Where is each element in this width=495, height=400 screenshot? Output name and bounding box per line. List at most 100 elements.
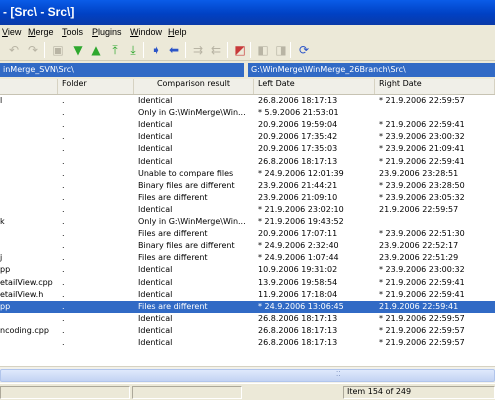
right-path-bar[interactable]: G:\WinMerge\WinMerge_26Branch\Src\ [248, 63, 495, 77]
table-row[interactable]: . Files are different 23.9.2006 21:09:10 * … [0, 192, 495, 204]
cell-filename: j [0, 253, 3, 263]
table-row[interactable]: . Identical 20.9.2006 19:59:04 * 21.9.2006 … [0, 119, 495, 131]
menu-plugins[interactable]: Plugins [92, 27, 122, 37]
cell-right-date: * 21.9.2006 22:59:41 [379, 277, 465, 287]
cell-left-date: * 24.9.2006 2:32:40 [258, 241, 339, 251]
menu-tools[interactable]: Tools [62, 27, 83, 37]
copy-left-icon[interactable]: ⬅ [166, 42, 182, 58]
cell-comparison-result: Binary files are different [138, 180, 235, 190]
table-row[interactable]: l. Identical 26.8.2006 18:17:13 * 21.9.2006… [0, 95, 495, 107]
table-row[interactable]: . Identical 20.9.2006 17:35:03 * 23.9.2006 … [0, 143, 495, 155]
cell-folder: . [62, 192, 65, 202]
cell-comparison-result: Files are different [138, 253, 208, 263]
status-panel-filter [132, 386, 242, 399]
cell-filename: etailView.cpp [0, 277, 53, 287]
table-row[interactable]: ncoding.cpp. Identical 26.8.2006 18:17:13 *… [0, 325, 495, 337]
comparison-list[interactable]: l. Identical 26.8.2006 18:17:13 * 21.9.2006… [0, 95, 495, 366]
next-diff-icon[interactable]: ▼ [70, 42, 86, 58]
table-row[interactable]: . Identical 26.8.2006 18:17:13 * 21.9.2006 … [0, 337, 495, 349]
redo-icon[interactable]: ↷ [25, 42, 41, 58]
cell-comparison-result: Files are different [138, 192, 208, 202]
menu-merge[interactable]: Merge [28, 27, 54, 37]
cell-right-date: * 23.9.2006 23:05:32 [379, 192, 465, 202]
cell-filename: pp [0, 301, 11, 311]
first-diff-icon[interactable]: ⤒ [107, 42, 123, 58]
last-diff-icon[interactable]: ⤓ [125, 42, 141, 58]
toolbar-separator [227, 42, 228, 58]
table-row[interactable]: pp. Identical 10.9.2006 19:31:02 * 23.9.200… [0, 264, 495, 276]
table-row[interactable]: . Binary files are different * 24.9.2006 2… [0, 240, 495, 252]
cell-filename: l [0, 96, 3, 105]
cell-folder: . [62, 156, 65, 166]
cell-right-date: * 23.9.2006 23:00:32 [379, 132, 465, 142]
left-only-icon[interactable]: ◧ [255, 42, 271, 58]
toolbar: ↶ ↷ ▣ ▼ ▲ ⤒ ⤓ ➧ ⬅ ⇉ ⇇ ◩ ◧ ◨ ⟳ [0, 39, 495, 61]
table-row[interactable]: . Only in G:\WinMerge\Win... * 5.9.2006 21… [0, 107, 495, 119]
header-folder[interactable]: Folder [58, 79, 134, 94]
cell-comparison-result: Only in G:\WinMerge\Win... [138, 108, 246, 118]
cell-filename [0, 131, 58, 143]
table-row[interactable]: . Binary files are different 23.9.2006 21:… [0, 180, 495, 192]
cell-left-date: 11.9.2006 17:18:04 [258, 289, 338, 299]
options-icon[interactable]: ◩ [232, 42, 248, 58]
cell-filename [0, 204, 58, 216]
scrollbar-thumb[interactable] [0, 369, 495, 382]
table-row[interactable]: etailView.cpp. Identical 13.9.2006 19:58:5… [0, 277, 495, 289]
menu-window[interactable]: Window [130, 27, 162, 37]
table-row[interactable]: . Identical * 21.9.2006 23:02:10 21.9.2006 … [0, 204, 495, 216]
cell-left-date: 23.9.2006 21:09:10 [258, 192, 338, 202]
table-row[interactable]: k. Only in G:\WinMerge\Win... * 21.9.2006 … [0, 216, 495, 228]
cell-filename [0, 240, 58, 252]
cell-right-date: * 21.9.2006 22:59:57 [379, 325, 465, 335]
undo-icon[interactable]: ↶ [6, 42, 22, 58]
header-right-date[interactable]: Right Date [375, 79, 495, 94]
cell-folder: . [62, 325, 65, 335]
cell-folder: . [62, 132, 65, 142]
prev-diff-icon[interactable]: ▲ [88, 42, 104, 58]
cell-left-date: * 24.9.2006 12:01:39 [258, 168, 344, 178]
cell-left-date: * 21.9.2006 23:02:10 [258, 204, 344, 214]
table-row[interactable]: pp. Files are different * 24.9.2006 13:06:… [0, 300, 495, 313]
table-row[interactable]: j. Files are different * 24.9.2006 1:07:44… [0, 252, 495, 264]
refresh-icon[interactable]: ⟳ [296, 42, 312, 58]
table-row[interactable]: . Identical 26.8.2006 18:17:13 * 21.9.2006 … [0, 156, 495, 168]
cell-comparison-result: Identical [138, 204, 173, 214]
left-path-bar[interactable]: inMerge_SVN\Src\ [0, 63, 244, 77]
cell-right-date: * 21.9.2006 22:59:57 [379, 338, 465, 347]
header-filename[interactable] [0, 79, 58, 94]
header-left-date[interactable]: Left Date [254, 79, 375, 94]
cell-right-date: * 23.9.2006 23:00:32 [379, 265, 465, 275]
cell-filename [0, 119, 58, 131]
cell-right-date: * 23.9.2006 21:09:41 [379, 144, 465, 154]
menu-view[interactable]: View [2, 27, 21, 37]
cell-left-date: 26.8.2006 18:17:13 [258, 338, 338, 347]
right-only-icon[interactable]: ◨ [273, 42, 289, 58]
table-row[interactable]: . Unable to compare files * 24.9.2006 12:0… [0, 168, 495, 180]
table-row[interactable]: . Files are different 20.9.2006 17:07:11 * … [0, 228, 495, 240]
save-icon[interactable]: ▣ [50, 42, 66, 58]
cell-filename [0, 168, 58, 180]
copy-all-left-icon[interactable]: ⇇ [208, 42, 224, 58]
toolbar-separator [44, 42, 45, 58]
cell-filename: etailView.h [0, 289, 44, 299]
menu-help[interactable]: Help [168, 27, 187, 37]
horizontal-scrollbar[interactable]: ⁚⁚ [0, 366, 495, 383]
cell-folder: . [62, 180, 65, 190]
table-row[interactable]: . Identical 26.8.2006 18:17:13 * 21.9.2006 … [0, 313, 495, 325]
cell-right-date: * 23.9.2006 22:51:30 [379, 229, 465, 239]
cell-right-date: 21.9.2006 22:59:57 [379, 204, 459, 214]
table-row[interactable]: . Identical 20.9.2006 17:35:42 * 23.9.2006 … [0, 131, 495, 143]
toolbar-separator [290, 42, 291, 58]
cell-folder: . [62, 313, 65, 323]
cell-folder: . [62, 204, 65, 214]
table-row[interactable]: etailView.h. Identical 11.9.2006 17:18:04 *… [0, 289, 495, 301]
cell-left-date: 26.8.2006 18:17:13 [258, 313, 338, 323]
cell-filename: pp [0, 265, 11, 275]
cell-comparison-result: Identical [138, 313, 173, 323]
cell-comparison-result: Identical [138, 120, 173, 130]
cell-filename [0, 337, 58, 349]
cell-right-date: 21.9.2006 22:59:41 [379, 301, 459, 311]
copy-right-icon[interactable]: ➧ [148, 42, 164, 58]
copy-all-right-icon[interactable]: ⇉ [190, 42, 206, 58]
header-comparison-result[interactable]: Comparison result [134, 79, 254, 94]
